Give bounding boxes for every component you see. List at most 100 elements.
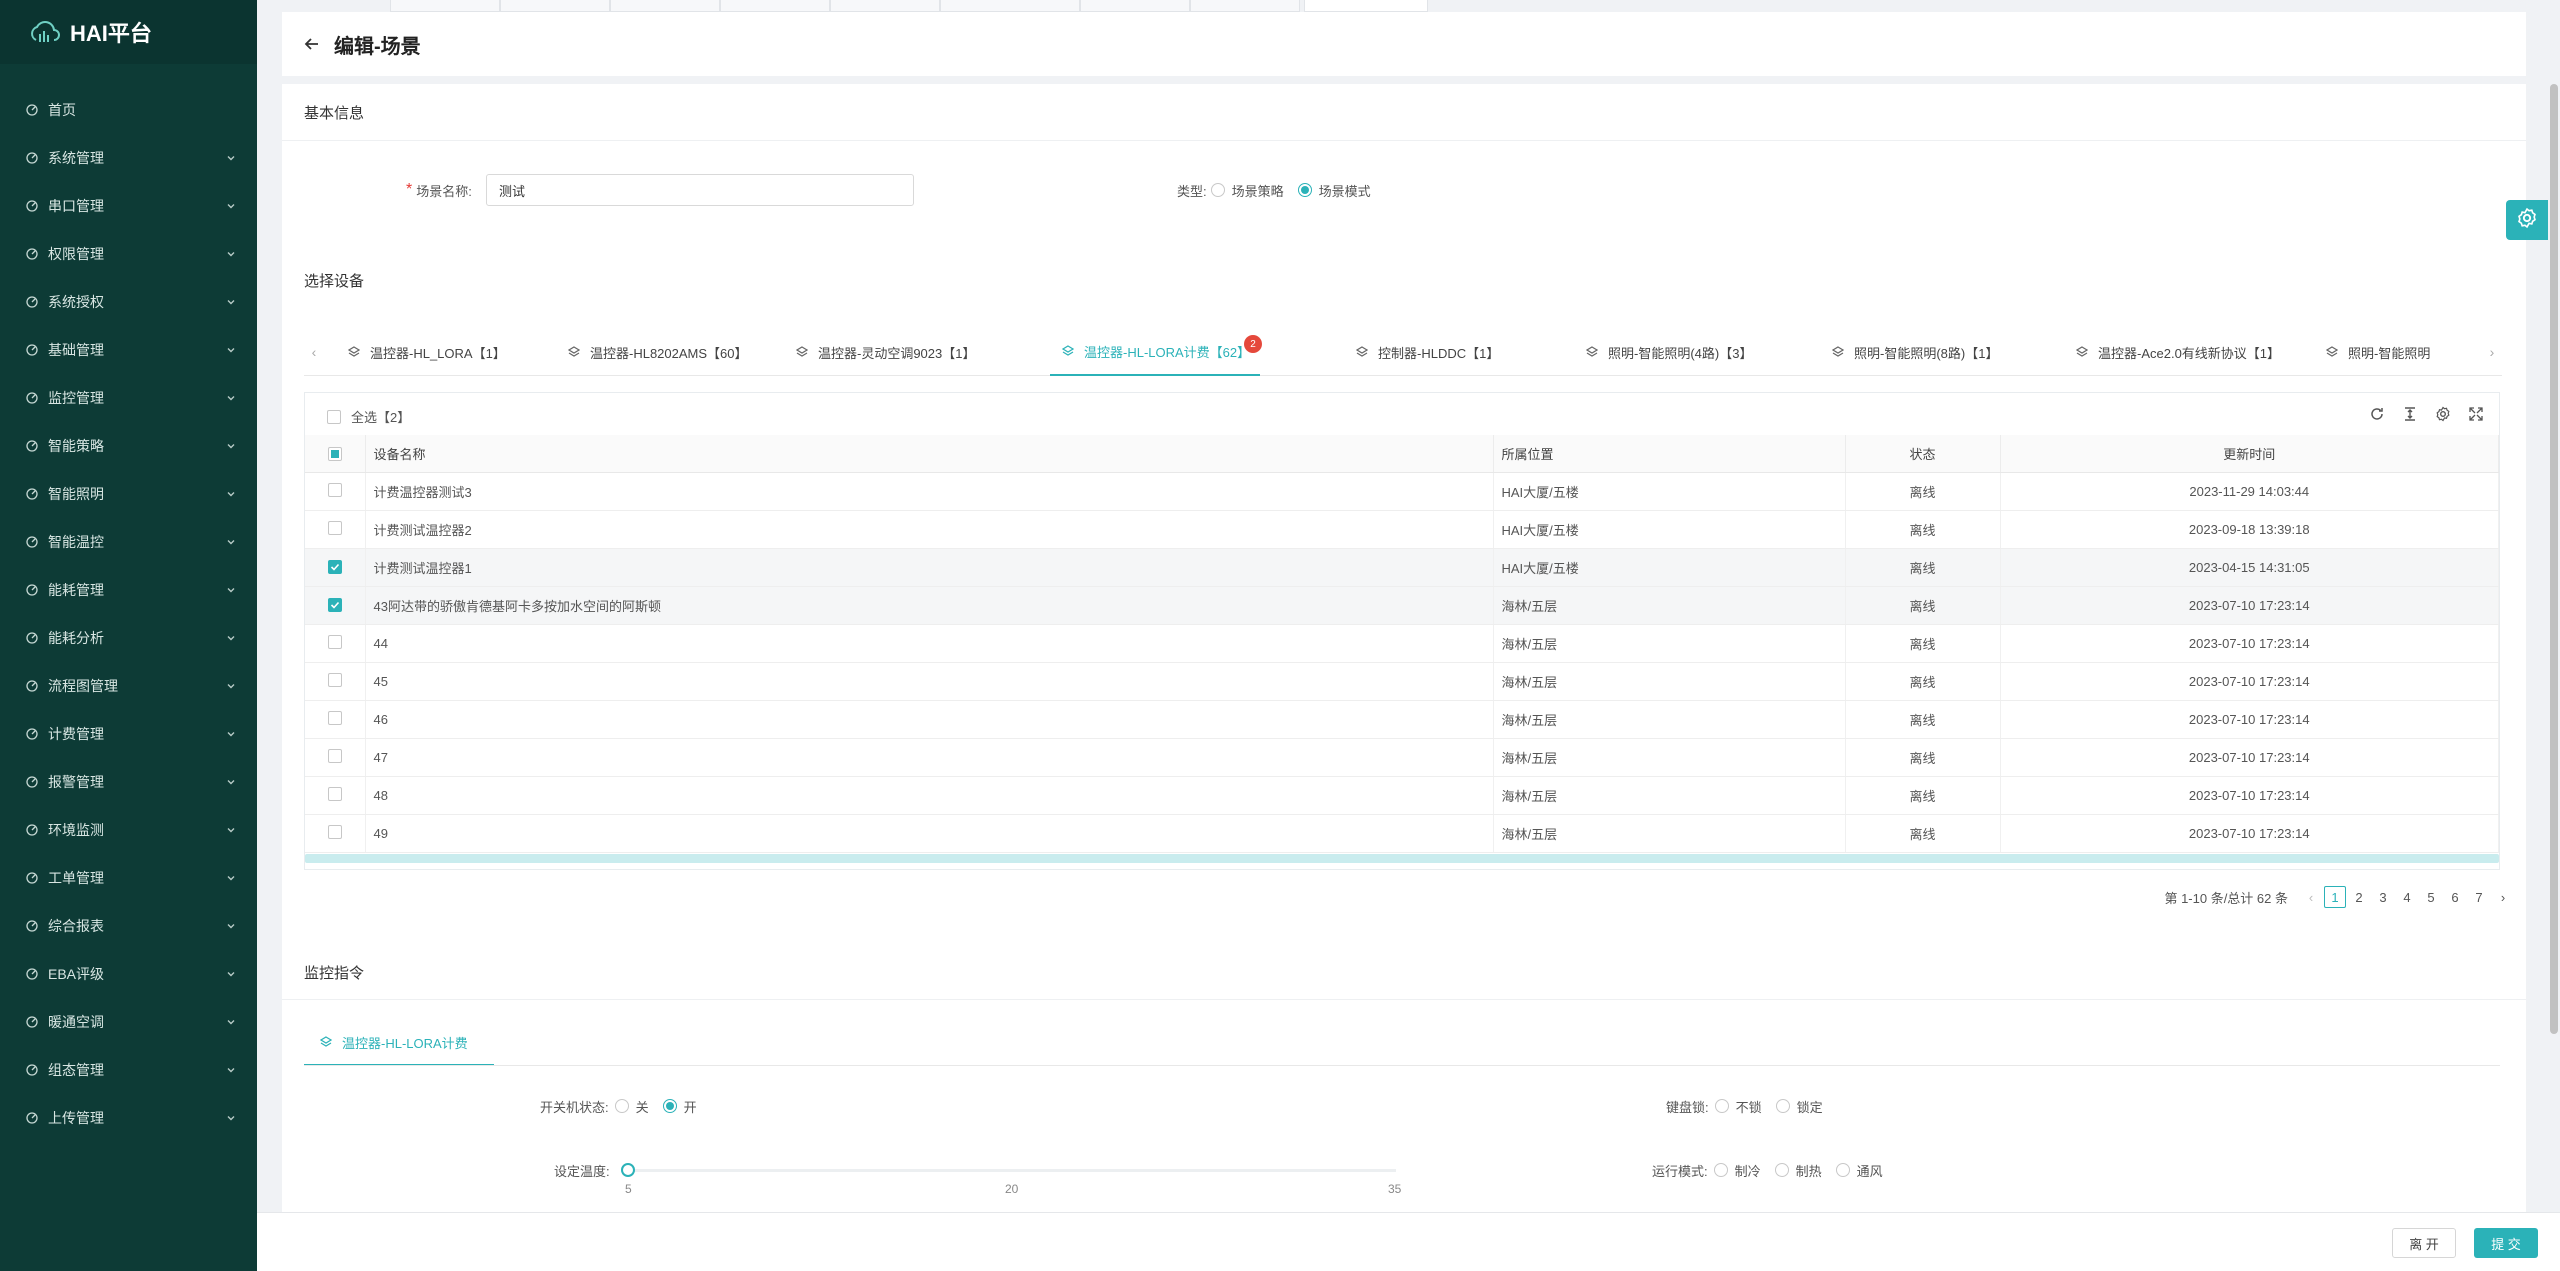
prev-page-icon[interactable]: ‹ [2300,886,2322,908]
table-row[interactable]: 45 海林/五层 离线 2023-07-10 17:23:14 [305,662,2499,701]
radio-power-off[interactable]: 关 [614,1097,649,1116]
row-select-cell[interactable] [305,586,366,625]
sidebar-item[interactable]: 监控管理 [0,374,257,422]
device-tab-active[interactable]: 温控器-HL-LORA计费【62】 2 [1050,328,1262,376]
table-row[interactable]: 46 海林/五层 离线 2023-07-10 17:23:14 [305,700,2499,739]
row-checkbox[interactable] [327,824,342,839]
row-checkbox[interactable] [327,597,342,612]
page-tab[interactable] [940,0,1080,12]
page-number[interactable]: 6 [2444,886,2466,908]
table-row[interactable]: 计费测试温控器1 HAI大厦/五楼 离线 2023-04-15 14:31:05 [305,548,2499,587]
sidebar-item[interactable]: 智能温控 [0,518,257,566]
sidebar-item[interactable]: 首页 [0,86,257,134]
row-select-cell[interactable] [305,548,366,587]
radio-mode-heat[interactable]: 制热 [1774,1161,1822,1180]
row-select-cell[interactable] [305,472,366,511]
sidebar-item[interactable]: 基础管理 [0,326,257,374]
submit-button[interactable]: 提 交 [2474,1228,2538,1258]
column-header-name[interactable]: 设备名称 [365,435,1494,473]
table-row[interactable]: 47 海林/五层 离线 2023-07-10 17:23:14 [305,738,2499,777]
sidebar-item[interactable]: 工单管理 [0,854,257,902]
sidebar-item[interactable]: 串口管理 [0,182,257,230]
page-tab[interactable] [830,0,940,12]
device-tab[interactable]: 温控器-Ace2.0有线新协议【1】 [2064,328,2314,376]
table-row[interactable]: 49 海林/五层 离线 2023-07-10 17:23:14 [305,814,2499,853]
radio-lock[interactable]: 锁定 [1775,1097,1823,1116]
tab-scroll-right-icon[interactable]: › [2482,328,2502,376]
page-tab[interactable] [610,0,720,12]
row-checkbox[interactable] [327,520,342,535]
next-page-icon[interactable]: › [2492,886,2514,908]
page-number[interactable]: 4 [2396,886,2418,908]
temperature-slider-track[interactable] [628,1169,1396,1172]
page-tab[interactable] [1080,0,1190,12]
row-checkbox[interactable] [327,482,342,497]
leave-button[interactable]: 离 开 [2392,1228,2456,1258]
row-checkbox[interactable] [327,786,342,801]
table-row[interactable]: 43阿达带的骄傲肯德基阿卡多按加水空间的阿斯顿 海林/五层 离线 2023-07-10… [305,586,2499,625]
device-tab[interactable]: 温控器-HL8202AMS【60】 [556,328,761,376]
radio-unlock[interactable]: 不锁 [1714,1097,1762,1116]
row-select-cell[interactable] [305,624,366,663]
sidebar-item[interactable]: 计费管理 [0,710,257,758]
row-checkbox[interactable] [327,672,342,687]
page-number[interactable]: 2 [2348,886,2370,908]
device-tab[interactable]: 温控器-灵动空调9023【1】 [784,328,984,376]
sidebar-item[interactable]: EBA评级 [0,950,257,998]
select-all-checkbox[interactable] [327,409,341,424]
device-tab[interactable]: 控制器-HLDDC【1】 [1344,328,1499,376]
page-tab-active[interactable] [1304,0,1428,12]
sidebar-item[interactable]: 能耗管理 [0,566,257,614]
row-select-cell[interactable] [305,814,366,853]
row-checkbox[interactable] [327,710,342,725]
table-row[interactable]: 计费测试温控器2 HAI大厦/五楼 离线 2023-09-18 13:39:18 [305,510,2499,549]
sidebar-item[interactable]: 综合报表 [0,902,257,950]
row-select-cell[interactable] [305,776,366,815]
column-header-location[interactable]: 所属位置 [1493,435,1846,473]
device-tab[interactable]: 照明-智能照明 [2314,328,2464,376]
radio-scene-mode[interactable]: 场景模式 [1297,181,1371,200]
column-header-updated[interactable]: 更新时间 [2000,435,2499,473]
sidebar-item[interactable]: 组态管理 [0,1046,257,1094]
sidebar-item[interactable]: 智能策略 [0,422,257,470]
monitor-tab-active[interactable]: 温控器-HL-LORA计费 [304,1020,494,1066]
row-select-cell[interactable] [305,510,366,549]
row-select-cell[interactable] [305,738,366,777]
page-number[interactable]: 5 [2420,886,2442,908]
radio-scene-strategy[interactable]: 场景策略 [1210,181,1284,200]
row-checkbox[interactable] [327,559,342,574]
page-tab[interactable] [1190,0,1300,12]
sidebar-item[interactable]: 环境监测 [0,806,257,854]
sidebar-item[interactable]: 流程图管理 [0,662,257,710]
page-number[interactable]: 3 [2372,886,2394,908]
sidebar-item[interactable]: 系统管理 [0,134,257,182]
table-row[interactable]: 48 海林/五层 离线 2023-07-10 17:23:14 [305,776,2499,815]
page-number[interactable]: 7 [2468,886,2490,908]
sidebar-item[interactable]: 系统授权 [0,278,257,326]
fullscreen-icon[interactable] [2466,404,2485,423]
logo[interactable]: HAI平台 [0,0,257,64]
column-height-icon[interactable] [2400,404,2419,423]
device-tab[interactable]: 照明-智能照明(8路)【1】 [1820,328,2010,376]
row-checkbox[interactable] [327,748,342,763]
refresh-icon[interactable] [2367,404,2386,423]
row-checkbox[interactable] [327,634,342,649]
temperature-slider-handle[interactable] [621,1163,635,1177]
radio-mode-fan[interactable]: 通风 [1835,1161,1883,1180]
scene-name-input[interactable]: 测试 [486,174,914,206]
page-tab[interactable] [720,0,830,12]
table-row[interactable]: 计费温控器测试3 HAI大厦/五楼 离线 2023-11-29 14:03:44 [305,472,2499,511]
sidebar-item[interactable]: 暖通空调 [0,998,257,1046]
device-tab[interactable]: 照明-智能照明(4路)【3】 [1574,328,1770,376]
page-tab[interactable] [500,0,610,12]
header-checkbox[interactable] [327,446,342,461]
column-header-status[interactable]: 状态 [1845,435,2001,473]
sidebar-item[interactable]: 智能照明 [0,470,257,518]
table-horizontal-scrollbar[interactable] [305,854,2499,863]
header-select-cell[interactable] [305,435,366,473]
sidebar-item[interactable]: 权限管理 [0,230,257,278]
tab-scroll-left-icon[interactable]: ‹ [304,328,324,376]
device-tab[interactable]: 温控器-HL_LORA【1】 [336,328,516,376]
page-number[interactable]: 1 [2324,886,2346,908]
back-arrow-icon[interactable] [302,34,322,54]
